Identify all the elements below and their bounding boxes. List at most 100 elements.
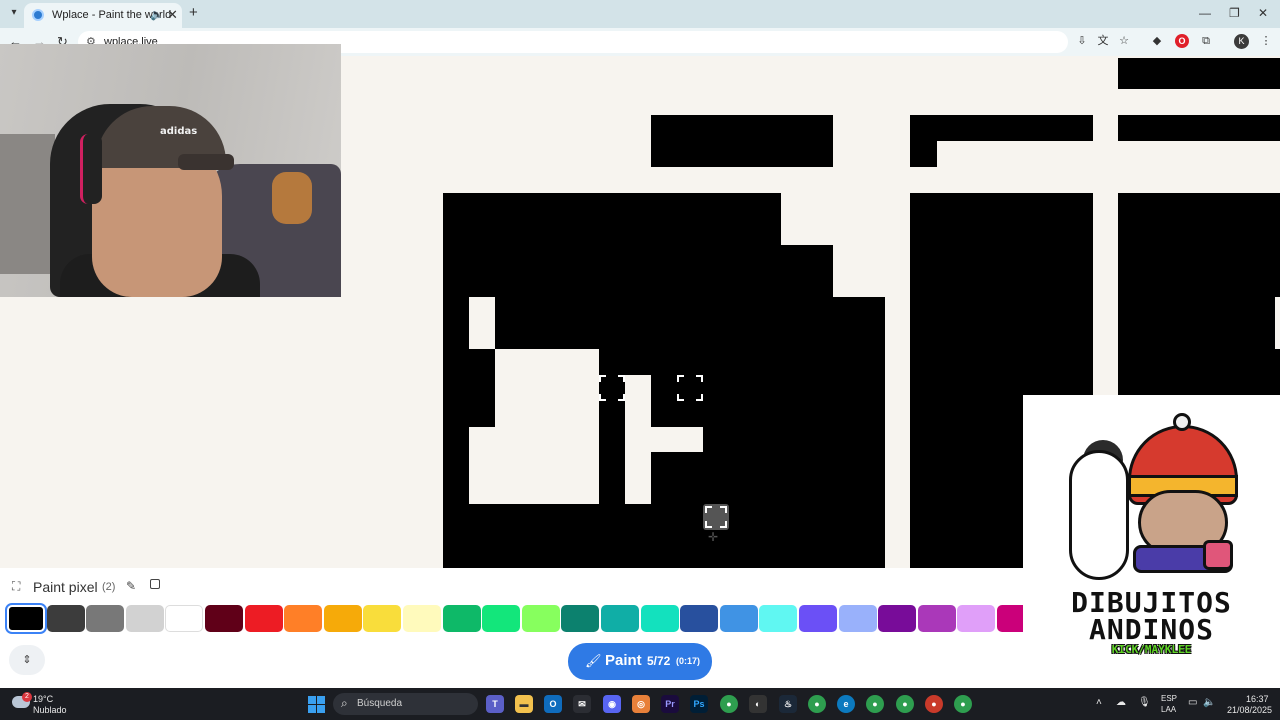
mail-icon[interactable]: ✉	[573, 695, 591, 713]
color-swatch[interactable]	[284, 605, 323, 632]
search-placeholder: Búsqueda	[357, 698, 403, 709]
close-icon[interactable]: ✕	[167, 7, 178, 23]
app-icon[interactable]: ◐	[749, 695, 767, 713]
app-icon[interactable]: ◎	[632, 695, 650, 713]
color-swatch[interactable]	[878, 605, 917, 632]
color-swatch[interactable]	[601, 605, 639, 632]
color-swatch[interactable]	[323, 605, 362, 632]
color-swatch[interactable]	[244, 605, 283, 632]
color-swatch[interactable]	[917, 605, 956, 632]
pixel-block	[910, 115, 937, 167]
logo-title-line2: ANDINOS	[1088, 613, 1214, 646]
color-swatch[interactable]	[442, 605, 481, 632]
pixel-hover-marker[interactable]	[703, 504, 729, 530]
photoshop-icon[interactable]: Ps	[690, 695, 708, 713]
pixel-empty	[469, 427, 599, 504]
extension-icon[interactable]: ◆	[1150, 34, 1164, 48]
pixel-empty	[625, 375, 651, 504]
color-swatch[interactable]	[799, 605, 837, 632]
chrome-icon[interactable]: ●	[866, 695, 884, 713]
color-swatch[interactable]	[759, 605, 798, 632]
puzzle-icon[interactable]: ⧉	[1199, 34, 1213, 48]
pixel-selection-marker[interactable]	[677, 375, 703, 401]
pixel-block	[443, 193, 781, 627]
color-swatch[interactable]	[205, 605, 243, 632]
brush-icon: 🖌	[585, 653, 602, 668]
pixel-block	[1118, 58, 1280, 89]
pixel-empty	[495, 349, 599, 427]
microphone-icon[interactable]: 🎙	[1138, 697, 1151, 708]
color-swatch[interactable]	[521, 605, 560, 632]
expand-icon[interactable]: ⛶	[12, 579, 20, 594]
pixel-empty	[1275, 297, 1280, 349]
color-swatch[interactable]	[86, 605, 125, 632]
network-icon[interactable]: ▭	[1188, 697, 1197, 708]
color-swatch[interactable]	[561, 605, 600, 632]
premiere-icon[interactable]: Pr	[661, 695, 679, 713]
pixel-selection-marker[interactable]	[599, 375, 625, 401]
image-icon[interactable]	[150, 579, 160, 589]
profile-avatar[interactable]: K	[1234, 34, 1249, 49]
teams-icon[interactable]: T	[486, 695, 504, 713]
opera-icon[interactable]: O	[1175, 34, 1189, 48]
color-swatch[interactable]	[838, 605, 877, 632]
menu-dots-icon[interactable]: ⋮	[1259, 34, 1273, 48]
minimize-icon[interactable]: —	[1199, 6, 1211, 20]
color-swatch[interactable]	[165, 605, 204, 632]
paint-button[interactable]: 🖌 Paint 5/72 (0:17)	[568, 643, 712, 680]
volume-icon[interactable]: 🔈	[1203, 697, 1215, 708]
headphones-icon	[80, 134, 102, 204]
tab-wplace[interactable]: Wplace - Paint the world 🔈 ✕	[24, 3, 182, 28]
color-swatch[interactable]	[403, 605, 441, 632]
chrome-icon[interactable]: ●	[954, 695, 972, 713]
panel-pixel-count: (2)	[102, 581, 116, 593]
window-close-icon[interactable]: ✕	[1258, 6, 1268, 20]
pixel-block	[651, 115, 833, 167]
keyboard-layout[interactable]: LAA	[1161, 705, 1176, 714]
tab-menu-icon[interactable]: ▾	[6, 5, 22, 21]
color-swatch[interactable]	[125, 605, 164, 632]
chrome-icon[interactable]: ●	[896, 695, 914, 713]
file-explorer-icon[interactable]: ▬	[515, 695, 533, 713]
logo-handle: KICK/MAYKLEE	[1111, 643, 1192, 656]
color-swatch[interactable]	[482, 605, 521, 632]
color-swatch[interactable]	[5, 603, 47, 634]
color-swatch[interactable]	[719, 605, 758, 632]
chevron-up-icon[interactable]: ˄	[1096, 697, 1102, 708]
pixel-block	[1118, 115, 1280, 141]
taskbar-search[interactable]: ⌕ Búsqueda	[333, 693, 478, 715]
cloud-tray-icon[interactable]: ☁	[1116, 697, 1126, 708]
star-icon[interactable]: ☆	[1117, 34, 1131, 48]
discord-icon[interactable]: ◉	[603, 695, 621, 713]
search-icon: ⌕	[341, 696, 348, 710]
hat-pom-icon	[1173, 413, 1191, 431]
color-swatch[interactable]	[363, 605, 402, 632]
chrome-icon[interactable]: ●	[720, 695, 738, 713]
install-icon[interactable]: ⇩	[1075, 34, 1089, 48]
language-indicator[interactable]: ESP	[1161, 694, 1177, 703]
plus-icon[interactable]: +	[189, 4, 198, 21]
pencil-icon[interactable]: ✎	[126, 579, 136, 593]
outlook-icon[interactable]: O	[544, 695, 562, 713]
paint-cooldown: (0:17)	[676, 656, 701, 666]
paint-panel: ⛶ Paint pixel (2) ✎ ⇕	[0, 568, 1035, 688]
poncho-stripe-icon	[1203, 540, 1233, 570]
audio-icon[interactable]: 🔈	[150, 8, 164, 21]
clock-date[interactable]: 21/08/2025	[1227, 705, 1272, 715]
weather-badge: 2	[22, 692, 32, 702]
restore-icon[interactable]: ❐	[1229, 6, 1240, 20]
color-swatch[interactable]	[640, 605, 679, 632]
windows-start-icon[interactable]	[308, 696, 325, 713]
translate-icon[interactable]: 文	[1096, 34, 1110, 48]
steam-icon[interactable]: ♨	[779, 695, 797, 713]
clock-time[interactable]: 16:37	[1246, 694, 1269, 704]
color-swatch[interactable]	[46, 605, 85, 632]
chrome-icon[interactable]: ●	[925, 695, 943, 713]
edge-icon[interactable]: e	[837, 695, 855, 713]
chrome-icon[interactable]: ●	[808, 695, 826, 713]
windows-taskbar: 2 19°C Nublado ⌕ Búsqueda T ▬ O ✉ ◉ ◎ Pr…	[0, 688, 1280, 720]
color-swatch[interactable]	[680, 605, 719, 632]
color-swatch[interactable]	[957, 605, 996, 632]
collapse-toggle-button[interactable]: ⇕	[9, 645, 45, 675]
webcam-overlay: adidas	[0, 44, 341, 297]
